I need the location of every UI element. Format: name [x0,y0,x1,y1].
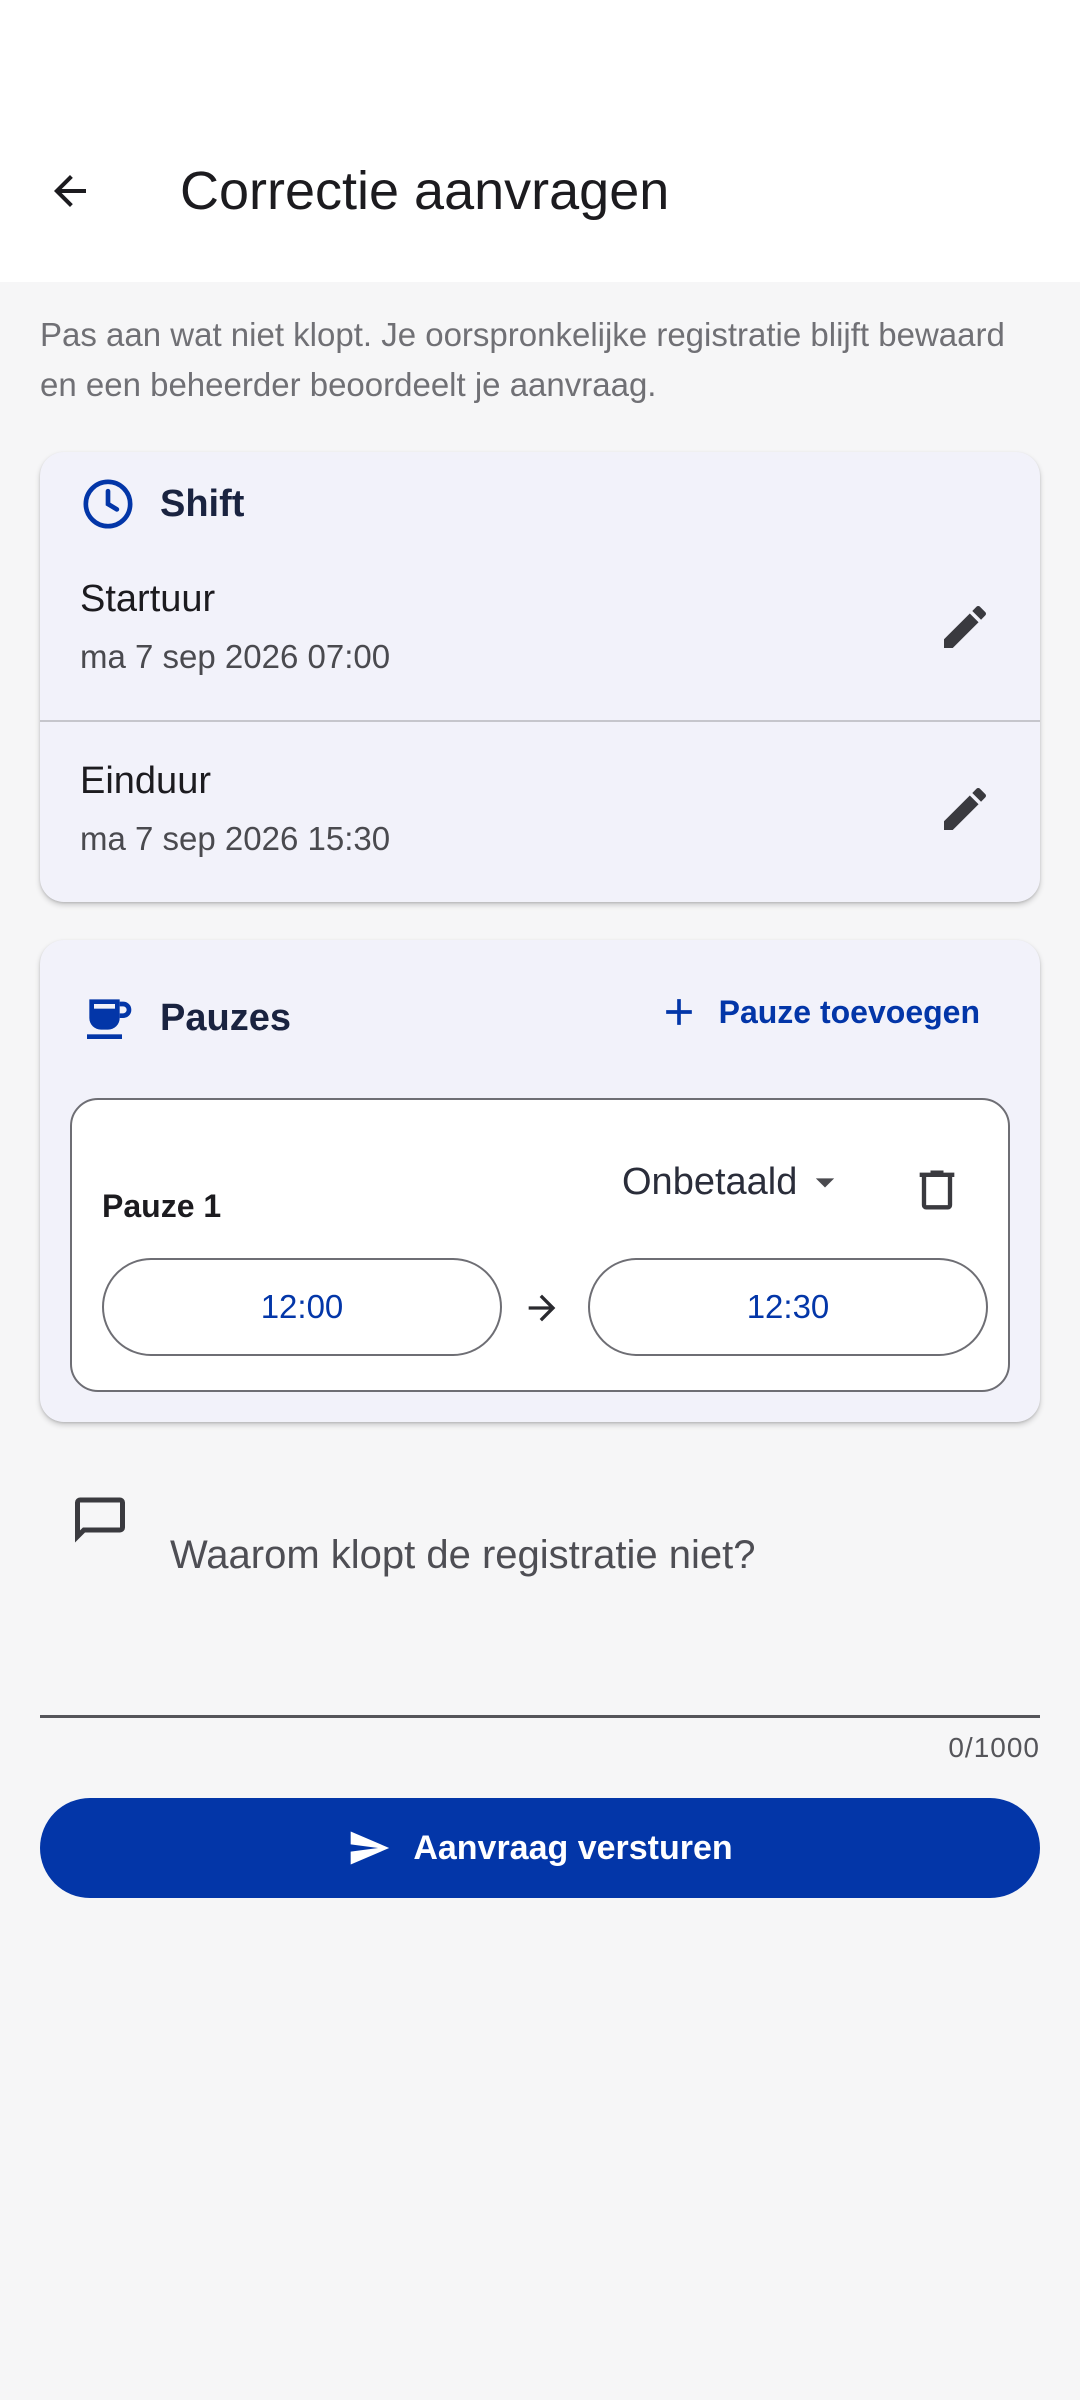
back-button[interactable] [32,153,108,229]
edit-start-button[interactable] [930,592,1000,662]
start-time-label: Startuur [80,578,216,620]
character-counter: 0/1000 [948,1732,1040,1763]
break-item: Pauze 1 Onbetaald 12:00 12:30 [70,1098,1010,1392]
break-start-time[interactable]: 12:00 [102,1258,502,1356]
submit-label: Aanvraag versturen [413,1828,733,1867]
plus-icon [665,999,692,1025]
breaks-title: Pauzes [160,996,291,1039]
edit-end-button[interactable] [930,774,1000,844]
dropdown-arrow-icon [816,1178,835,1188]
start-time-row[interactable]: Startuur ma 7 sep 2026 07:00 [40,542,1040,722]
comment-underline [40,1715,1040,1718]
arrow-back-icon [54,175,86,207]
comment-icon [70,1490,130,1550]
app-bar: Correctie aanvragen [0,100,1080,282]
shift-title: Shift [160,482,245,525]
coffee-cup-icon [80,990,136,1046]
end-time-label: Einduur [80,760,211,802]
add-break-label: Pauze toevoegen [718,993,980,1030]
end-time-row[interactable]: Einduur ma 7 sep 2026 15:30 [40,724,1040,902]
shift-card: Shift Startuur ma 7 sep 2026 07:00 Eindu… [40,452,1040,902]
comment-field[interactable] [40,1460,1040,1718]
start-time-value: ma 7 sep 2026 07:00 [80,638,391,675]
shift-header: Shift [80,476,244,532]
break-end-time[interactable]: 12:30 [588,1258,988,1356]
breaks-card: Pauzes Pauze toevoegen Pauze 1 Onbetaald… [40,940,1040,1422]
delete-break-button[interactable] [902,1155,972,1225]
intro-text: Pas aan wat niet klopt. Je oorspronkelij… [40,316,1005,403]
end-time-value: ma 7 sep 2026 15:30 [80,820,391,857]
breaks-header: Pauzes [80,990,291,1046]
status-bar [0,0,1080,100]
trash-icon [919,1170,955,1210]
row-divider [40,720,1040,722]
comment-input[interactable] [170,1520,990,1590]
arrow-right-icon [522,1288,562,1328]
add-break-button[interactable]: Pauze toevoegen [657,990,980,1034]
break-title: Pauze 1 [102,1188,222,1224]
break-type-value: Onbetaald [622,1160,798,1203]
pencil-icon [944,787,987,830]
clock-icon [80,476,136,532]
pencil-icon [944,605,987,648]
break-type-dropdown[interactable]: Onbetaald [622,1160,847,1204]
submit-request-button[interactable]: Aanvraag versturen [40,1798,1040,1898]
send-icon [350,1831,390,1865]
page-title: Correctie aanvragen [180,161,670,221]
